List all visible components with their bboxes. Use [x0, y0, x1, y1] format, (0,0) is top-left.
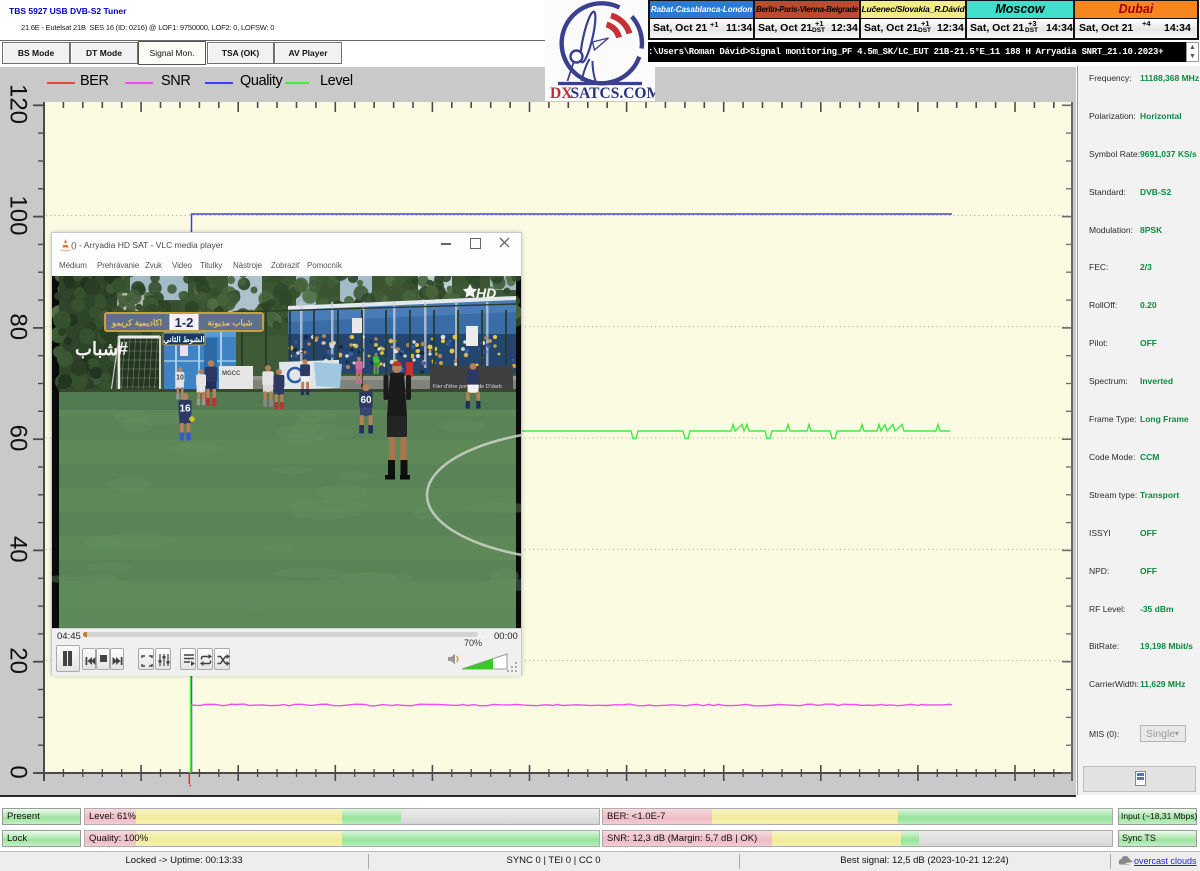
- svg-text:40: 40: [5, 536, 32, 563]
- svg-text:SATCS.COM: SATCS.COM: [571, 85, 656, 101]
- svg-text:120: 120: [5, 84, 32, 124]
- svg-text:80: 80: [5, 313, 32, 340]
- svg-text:HD: HD: [476, 285, 496, 301]
- svg-text:60: 60: [360, 395, 372, 406]
- svg-text:20: 20: [5, 647, 32, 674]
- svg-text:0: 0: [5, 765, 32, 778]
- svg-text:MGCC: MGCC: [222, 371, 241, 377]
- svg-text:1-2: 1-2: [175, 315, 194, 330]
- svg-text:10: 10: [176, 375, 184, 382]
- svg-text:شباب مديونة: شباب مديونة: [207, 318, 252, 329]
- svg-text:16: 16: [179, 404, 191, 415]
- svg-text:اكاديمية كريمو: اكاديمية كريمو: [111, 318, 162, 329]
- svg-text:الشوط الثاني: الشوط الثاني: [163, 335, 204, 345]
- svg-text:شباب#: شباب#: [75, 339, 128, 359]
- svg-text:100: 100: [5, 195, 32, 235]
- svg-text:60: 60: [5, 425, 32, 452]
